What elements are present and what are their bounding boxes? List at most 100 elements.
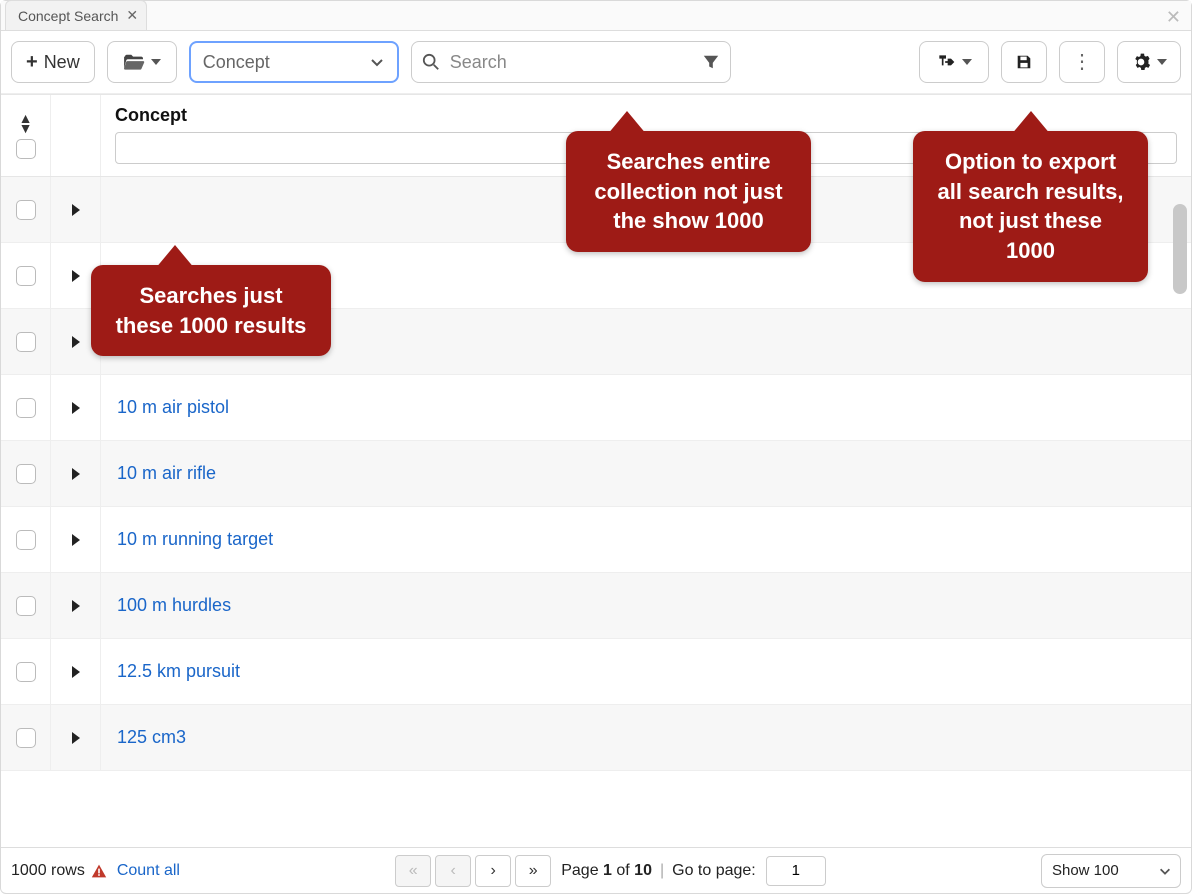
row-count-group: 1000 rows bbox=[11, 862, 107, 880]
warning-icon bbox=[91, 863, 107, 879]
row-main-cell: 10 m air pistol bbox=[101, 375, 1191, 440]
expand-row-icon[interactable] bbox=[72, 732, 80, 744]
pagination: « ‹ › » Page 1 of 10 | Go to page: bbox=[395, 855, 826, 887]
expand-row-icon[interactable] bbox=[72, 468, 80, 480]
close-window-icon[interactable]: ✕ bbox=[1166, 7, 1181, 28]
callout-filter-scope: Searches just these 1000 results bbox=[91, 265, 331, 356]
close-icon[interactable]: ✕ bbox=[126, 7, 138, 24]
concept-link[interactable]: 10 m air pistol bbox=[117, 397, 229, 418]
row-expand-cell bbox=[51, 177, 101, 242]
save-button[interactable] bbox=[1001, 41, 1047, 83]
callout-search-scope: Searches entire collection not just the … bbox=[566, 131, 811, 252]
row-main-cell: 10 m running target bbox=[101, 507, 1191, 572]
footer-bar: 1000 rows Count all « ‹ › » Page 1 of 10… bbox=[1, 847, 1191, 893]
row-expand-cell bbox=[51, 441, 101, 506]
callout-text: Searches just these 1000 results bbox=[116, 283, 307, 338]
concept-link[interactable]: 125 cm3 bbox=[117, 727, 186, 748]
caret-down-icon bbox=[151, 59, 161, 65]
row-expand-cell bbox=[51, 705, 101, 770]
tab-bar: Concept Search ✕ ✕ bbox=[1, 1, 1191, 31]
row-select-cell bbox=[1, 177, 51, 242]
page-size-select[interactable]: Show 100 bbox=[1041, 854, 1181, 888]
table-row: 10 m air pistol bbox=[1, 375, 1191, 441]
row-select-cell bbox=[1, 441, 51, 506]
export-button[interactable] bbox=[919, 41, 989, 83]
goto-page-input[interactable] bbox=[766, 856, 826, 886]
expand-row-icon[interactable] bbox=[72, 666, 80, 678]
row-expand-cell bbox=[51, 375, 101, 440]
settings-button[interactable] bbox=[1117, 41, 1181, 83]
folder-open-icon bbox=[123, 53, 145, 71]
last-page-button[interactable]: » bbox=[515, 855, 551, 887]
concept-link[interactable]: 100 m hurdles bbox=[117, 595, 231, 616]
callout-export-scope: Option to export all search results, not… bbox=[913, 131, 1148, 282]
row-count-label: 1000 rows bbox=[11, 862, 85, 880]
filter-icon[interactable] bbox=[702, 53, 720, 71]
row-select-cell bbox=[1, 573, 51, 638]
row-expand-cell bbox=[51, 639, 101, 704]
expand-row-icon[interactable] bbox=[72, 336, 80, 348]
concept-type-select[interactable]: Concept bbox=[189, 41, 399, 83]
next-page-button[interactable]: › bbox=[475, 855, 511, 887]
row-select-cell bbox=[1, 309, 51, 374]
row-checkbox[interactable] bbox=[16, 200, 36, 220]
count-all-link[interactable]: Count all bbox=[117, 862, 180, 880]
select-all-checkbox[interactable] bbox=[16, 139, 36, 159]
first-page-button[interactable]: « bbox=[395, 855, 431, 887]
row-main-cell: 100 m hurdles bbox=[101, 573, 1191, 638]
chevron-down-icon bbox=[1158, 864, 1172, 878]
caret-down-icon bbox=[1157, 59, 1167, 65]
toolbar: + New Concept bbox=[1, 31, 1191, 94]
concept-link[interactable]: 12.5 km pursuit bbox=[117, 661, 240, 682]
row-select-cell bbox=[1, 705, 51, 770]
row-checkbox[interactable] bbox=[16, 728, 36, 748]
row-select-cell bbox=[1, 243, 51, 308]
plus-icon: + bbox=[26, 51, 38, 74]
new-button[interactable]: + New bbox=[11, 41, 95, 83]
row-checkbox[interactable] bbox=[16, 464, 36, 484]
row-checkbox[interactable] bbox=[16, 332, 36, 352]
page-size-label: Show 100 bbox=[1052, 862, 1119, 879]
callout-text: Option to export all search results, not… bbox=[938, 149, 1124, 263]
row-expand-cell bbox=[51, 507, 101, 572]
chevron-down-icon bbox=[369, 54, 385, 70]
global-search-input[interactable] bbox=[450, 42, 692, 82]
search-icon bbox=[422, 53, 440, 71]
row-main-cell: 125 cm3 bbox=[101, 705, 1191, 770]
row-checkbox[interactable] bbox=[16, 266, 36, 286]
table-row: 10 m air rifle bbox=[1, 441, 1191, 507]
goto-page-label: Go to page: bbox=[672, 862, 756, 880]
prev-page-button[interactable]: ‹ bbox=[435, 855, 471, 887]
row-main-cell: 10 m air rifle bbox=[101, 441, 1191, 506]
concept-link[interactable]: 10 m air rifle bbox=[117, 463, 216, 484]
row-checkbox[interactable] bbox=[16, 596, 36, 616]
global-search-group bbox=[411, 41, 731, 83]
row-expand-cell bbox=[51, 573, 101, 638]
row-checkbox[interactable] bbox=[16, 662, 36, 682]
expand-row-icon[interactable] bbox=[72, 402, 80, 414]
row-select-cell bbox=[1, 507, 51, 572]
kebab-icon: ⋮ bbox=[1072, 57, 1092, 67]
row-checkbox[interactable] bbox=[16, 530, 36, 550]
tab-label: Concept Search bbox=[18, 8, 118, 24]
callout-text: Searches entire collection not just the … bbox=[594, 149, 782, 233]
concept-select-label: Concept bbox=[203, 52, 270, 73]
table-row: 125 cm3 bbox=[1, 705, 1191, 771]
concept-link[interactable]: 10 m running target bbox=[117, 529, 273, 550]
sort-toggle-icon[interactable]: ▲▼ bbox=[19, 113, 33, 133]
caret-down-icon bbox=[962, 59, 972, 65]
table-row: 100 m hurdles bbox=[1, 573, 1191, 639]
gear-icon bbox=[1131, 52, 1151, 72]
expand-row-icon[interactable] bbox=[72, 534, 80, 546]
more-menu-button[interactable]: ⋮ bbox=[1059, 41, 1105, 83]
row-main-cell: 12.5 km pursuit bbox=[101, 639, 1191, 704]
scrollbar-thumb[interactable] bbox=[1173, 204, 1187, 294]
open-folder-button[interactable] bbox=[107, 41, 177, 83]
row-checkbox[interactable] bbox=[16, 398, 36, 418]
tab-concept-search[interactable]: Concept Search ✕ bbox=[5, 0, 147, 30]
expand-row-icon[interactable] bbox=[72, 270, 80, 282]
table-row: 10 m running target bbox=[1, 507, 1191, 573]
page-current: 1 bbox=[603, 862, 612, 879]
expand-row-icon[interactable] bbox=[72, 204, 80, 216]
expand-row-icon[interactable] bbox=[72, 600, 80, 612]
